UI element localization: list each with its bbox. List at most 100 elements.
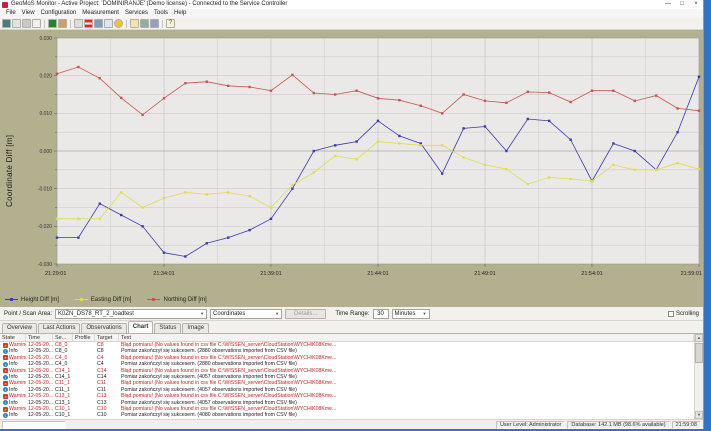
menu-services[interactable]: Services — [122, 9, 151, 18]
svg-text:21:29:01: 21:29:01 — [45, 271, 66, 277]
user-level-status: User Level: Administrator — [496, 421, 565, 429]
scroll-up-icon[interactable]: ▲ — [695, 334, 703, 342]
svg-text:0.000: 0.000 — [39, 149, 52, 155]
chart-plot-area: -0.030-0.020-0.0100.0000.0100.0200.03021… — [0, 30, 704, 284]
svg-text:21:34:01: 21:34:01 — [153, 271, 174, 277]
svg-text:0.010: 0.010 — [39, 111, 52, 117]
warning-icon: × — [3, 394, 8, 399]
point-select[interactable]: K0ZN_DS78_RT_2_loadtest ▼ — [55, 309, 207, 319]
column-header-state[interactable]: State — [0, 334, 26, 341]
window-controls: — □ × — [661, 0, 703, 9]
status-panel-empty — [2, 421, 66, 429]
time-range-input[interactable]: 30 — [373, 309, 389, 319]
copy-icon[interactable] — [12, 19, 21, 28]
svg-text:0.020: 0.020 — [39, 73, 52, 79]
status-bar: User Level: Administrator Database: 142.… — [0, 419, 703, 429]
svg-text:21:54:01: 21:54:01 — [581, 271, 602, 277]
app-window: GeoMoS Monitor - Active Project: 'DOMINI… — [0, 0, 704, 429]
toolbar-separator — [70, 20, 71, 28]
details-button[interactable]: Details... — [285, 309, 326, 319]
menu-tools[interactable]: Tools — [151, 9, 171, 18]
view-type-select[interactable]: Coordinates ▼ — [210, 309, 282, 319]
column-header-target[interactable]: Target — [95, 334, 119, 341]
info-icon: i — [3, 413, 8, 418]
table-scrollbar[interactable]: ▲ ▼ — [694, 334, 703, 419]
close-button[interactable]: × — [689, 0, 703, 9]
chevron-down-icon: ▼ — [423, 311, 427, 316]
tab-status[interactable]: Status — [154, 323, 181, 333]
legend-item: Easting Diff [m] — [75, 297, 132, 303]
scrollbar-thumb[interactable] — [695, 343, 703, 363]
wrench-icon[interactable] — [150, 19, 159, 28]
chevron-down-icon: ▼ — [275, 311, 279, 316]
menu-configuration[interactable]: Configuration — [38, 9, 80, 18]
tab-image[interactable]: Image — [182, 323, 209, 333]
warning-icon: × — [3, 381, 8, 386]
info-icon: i — [3, 362, 8, 367]
cursor-icon[interactable] — [74, 19, 83, 28]
tab-chart[interactable]: Chart — [128, 321, 154, 333]
chart-icon[interactable] — [104, 19, 113, 28]
column-header-profile[interactable]: Profile — [73, 334, 95, 341]
print-icon[interactable] — [22, 19, 31, 28]
info-icon: i — [3, 400, 8, 405]
person-icon[interactable] — [58, 19, 67, 28]
coordinate-chart[interactable]: -0.030-0.020-0.0100.0000.0100.0200.03021… — [0, 30, 703, 307]
chart-controls-bar: Point / Scan Area: K0ZN_DS78_RT_2_loadte… — [0, 307, 703, 321]
column-header-text[interactable]: Text — [119, 334, 694, 341]
window-title: GeoMoS Monitor - Active Project: 'DOMINI… — [11, 0, 658, 9]
legend-label: Easting Diff [m] — [91, 297, 132, 303]
view-tabs: OverviewLast ActionsObservationsChartSta… — [0, 321, 703, 333]
tab-last-actions[interactable]: Last Actions — [38, 323, 80, 333]
toolbar-separator — [44, 20, 45, 28]
scrolling-checkbox-group: Scrolling — [668, 311, 699, 317]
legend-label: Northing Diff [m] — [163, 297, 206, 303]
svg-text:21:44:01: 21:44:01 — [367, 271, 388, 277]
report-icon[interactable] — [32, 19, 41, 28]
chart-y-axis-label: Coordinate Diff [m] — [5, 88, 14, 253]
maximize-button[interactable]: □ — [675, 0, 689, 9]
northing-series-marker — [147, 297, 160, 302]
column-header-se[interactable]: Se... — [53, 334, 73, 341]
point-select-value: K0ZN_DS78_RT_2_loadtest — [58, 311, 134, 317]
clock-icon[interactable] — [114, 19, 123, 28]
svg-text:21:59:01: 21:59:01 — [681, 271, 702, 277]
menu-view[interactable]: View — [19, 9, 38, 18]
tab-observations[interactable]: Observations — [81, 323, 126, 333]
time-unit-value: Minutes — [395, 311, 416, 317]
help-icon[interactable]: ? — [166, 19, 175, 28]
monitor-icon[interactable] — [2, 19, 11, 28]
legend-item: Northing Diff [m] — [147, 297, 206, 303]
svg-text:-0.020: -0.020 — [38, 224, 52, 230]
tree-icon[interactable] — [48, 19, 57, 28]
scrolling-checkbox[interactable] — [668, 311, 674, 317]
app-icon — [2, 2, 8, 8]
toolbar-separator — [162, 20, 163, 28]
warning-icon: × — [3, 407, 8, 412]
tab-overview[interactable]: Overview — [2, 323, 37, 333]
toolbar: ? — [0, 18, 703, 30]
event-log-table: StateTimeSe...ProfileTargetText ×Warning… — [0, 333, 703, 419]
table-body: ×Warning12-05-20...C8_0C8Błąd pomiaru! (… — [0, 342, 694, 419]
scroll-down-icon[interactable]: ▼ — [695, 411, 703, 419]
height-series-marker — [5, 297, 18, 302]
minimize-button[interactable]: — — [661, 0, 675, 9]
menu-help[interactable]: Help — [171, 9, 189, 18]
database-status: Database: 142.1 MB (98.6% available) — [567, 421, 669, 429]
screen-icon[interactable] — [94, 19, 103, 28]
column-header-time[interactable]: Time — [26, 334, 53, 341]
legend-label: Height Diff [m] — [21, 297, 59, 303]
svg-text:-0.030: -0.030 — [38, 262, 52, 268]
menu-measurement[interactable]: Measurement — [79, 9, 122, 18]
table-header: StateTimeSe...ProfileTargetText — [0, 334, 703, 342]
chevron-down-icon: ▼ — [200, 311, 204, 316]
gear-icon[interactable] — [140, 19, 149, 28]
legend-item: Height Diff [m] — [5, 297, 59, 303]
svg-text:-0.010: -0.010 — [38, 186, 52, 192]
flag-icon[interactable] — [84, 19, 93, 28]
title-bar: GeoMoS Monitor - Active Project: 'DOMINI… — [0, 0, 703, 9]
time-unit-select[interactable]: Minutes ▼ — [392, 309, 430, 319]
menu-file[interactable]: File — [3, 9, 19, 18]
mail-icon[interactable] — [130, 19, 139, 28]
warning-icon: × — [3, 355, 8, 360]
